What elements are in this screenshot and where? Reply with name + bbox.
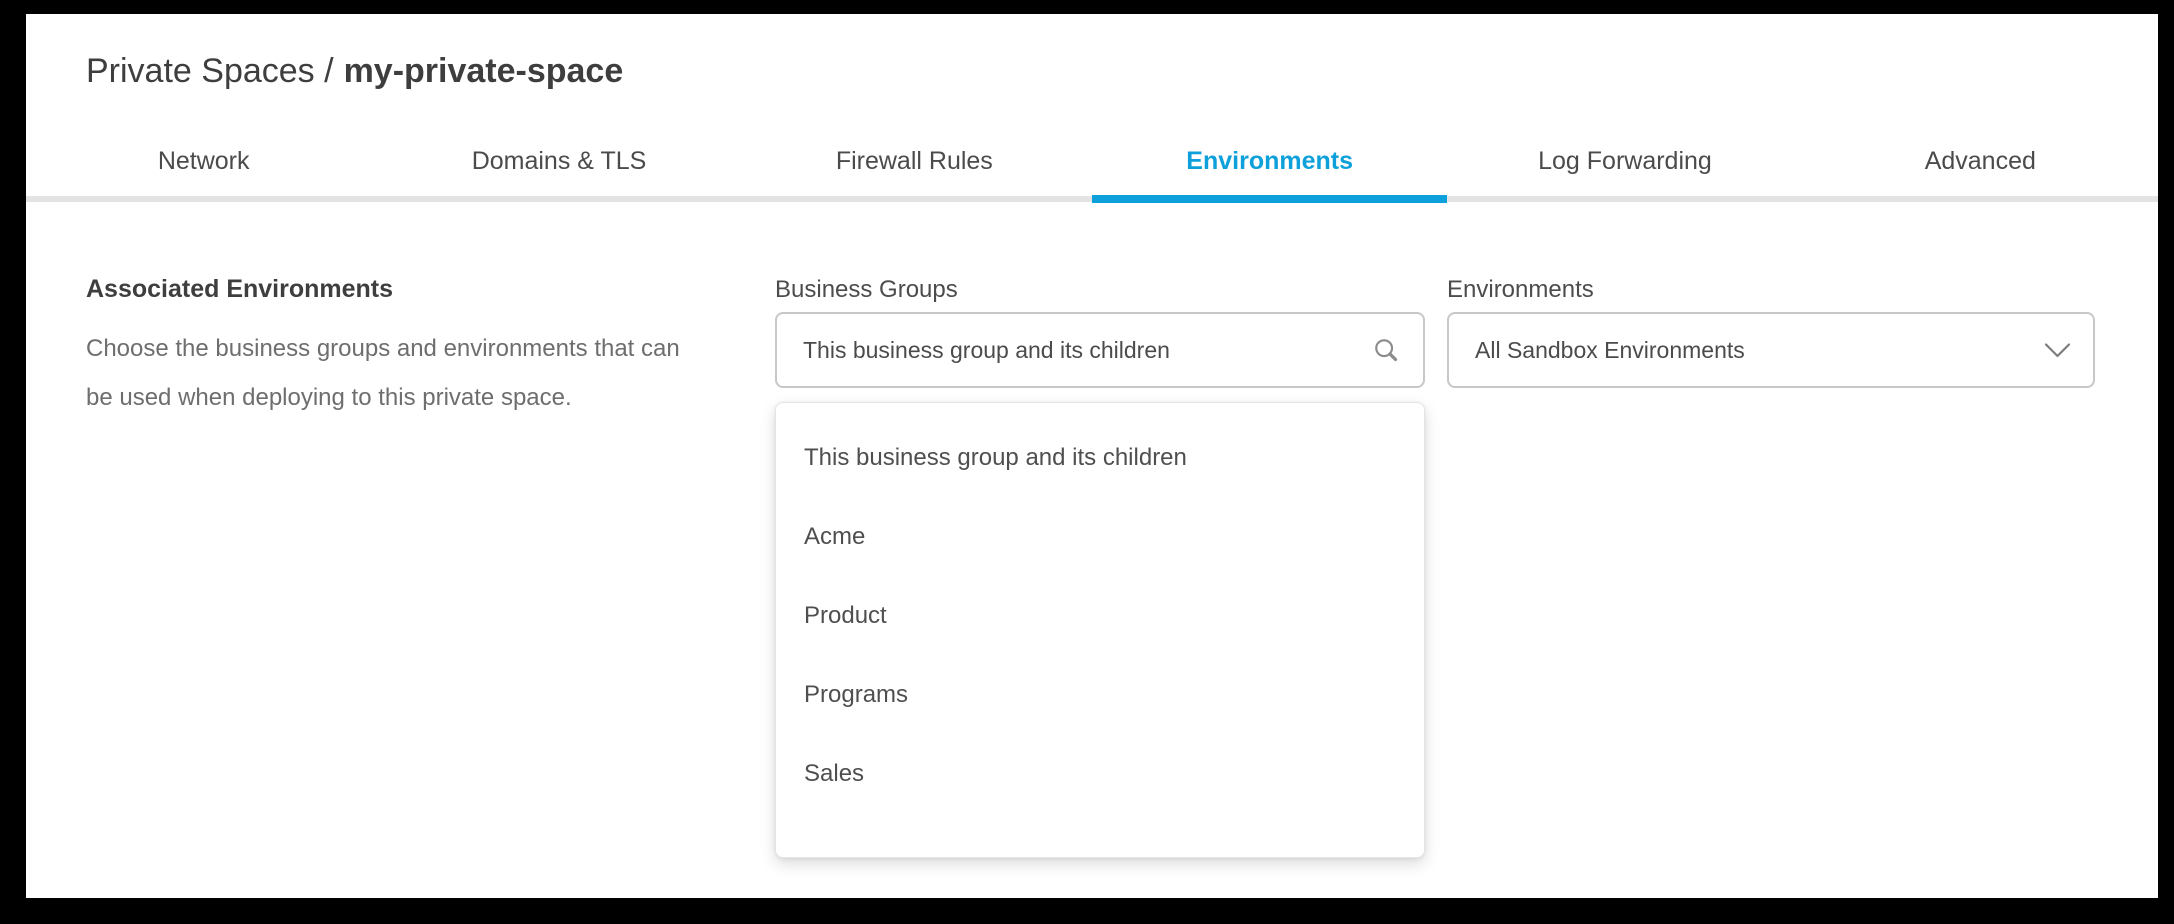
dropdown-option-sales[interactable]: Sales xyxy=(776,734,1424,813)
breadcrumb-root[interactable]: Private Spaces / xyxy=(86,52,334,90)
dropdown-option-programs[interactable]: Programs xyxy=(776,655,1424,734)
business-groups-dropdown: This business group and its children Acm… xyxy=(775,402,1425,858)
tab-network[interactable]: Network xyxy=(26,126,381,196)
search-icon xyxy=(1371,335,1401,365)
tab-advanced[interactable]: Advanced xyxy=(1803,126,2158,196)
business-groups-input[interactable] xyxy=(777,314,1371,386)
tab-domains-tls[interactable]: Domains & TLS xyxy=(381,126,736,196)
environments-select[interactable]: All Sandbox Environments xyxy=(1447,312,2095,388)
chevron-down-icon xyxy=(2044,342,2071,359)
tab-log-forwarding[interactable]: Log Forwarding xyxy=(1447,126,1802,196)
screenshot-frame: { "header": { "breadcrumb_root": "Privat… xyxy=(0,0,2174,924)
active-tab-underline xyxy=(1092,195,1447,203)
section-heading: Associated Environments xyxy=(86,274,700,304)
section-description: Choose the business groups and environme… xyxy=(86,324,700,422)
environments-label: Environments xyxy=(1447,276,1594,304)
tab-bar: Network Domains & TLS Firewall Rules Env… xyxy=(26,126,2158,202)
business-groups-combobox[interactable] xyxy=(775,312,1425,388)
dropdown-option-product[interactable]: Product xyxy=(776,576,1424,655)
tab-environments-label: Environments xyxy=(1186,147,1353,176)
associated-environments-section: Associated Environments Choose the busin… xyxy=(86,274,700,422)
business-groups-label: Business Groups xyxy=(775,276,958,304)
environments-selected-value: All Sandbox Environments xyxy=(1449,337,2044,364)
tab-firewall-rules[interactable]: Firewall Rules xyxy=(737,126,1092,196)
dropdown-option-this-business-group[interactable]: This business group and its children xyxy=(776,418,1424,497)
dropdown-option-acme[interactable]: Acme xyxy=(776,497,1424,576)
tab-environments[interactable]: Environments xyxy=(1092,126,1447,196)
page-title: my-private-space xyxy=(344,52,624,90)
breadcrumb: Private Spaces / my-private-space xyxy=(86,52,623,91)
page: Private Spaces / my-private-space Network… xyxy=(26,14,2158,898)
